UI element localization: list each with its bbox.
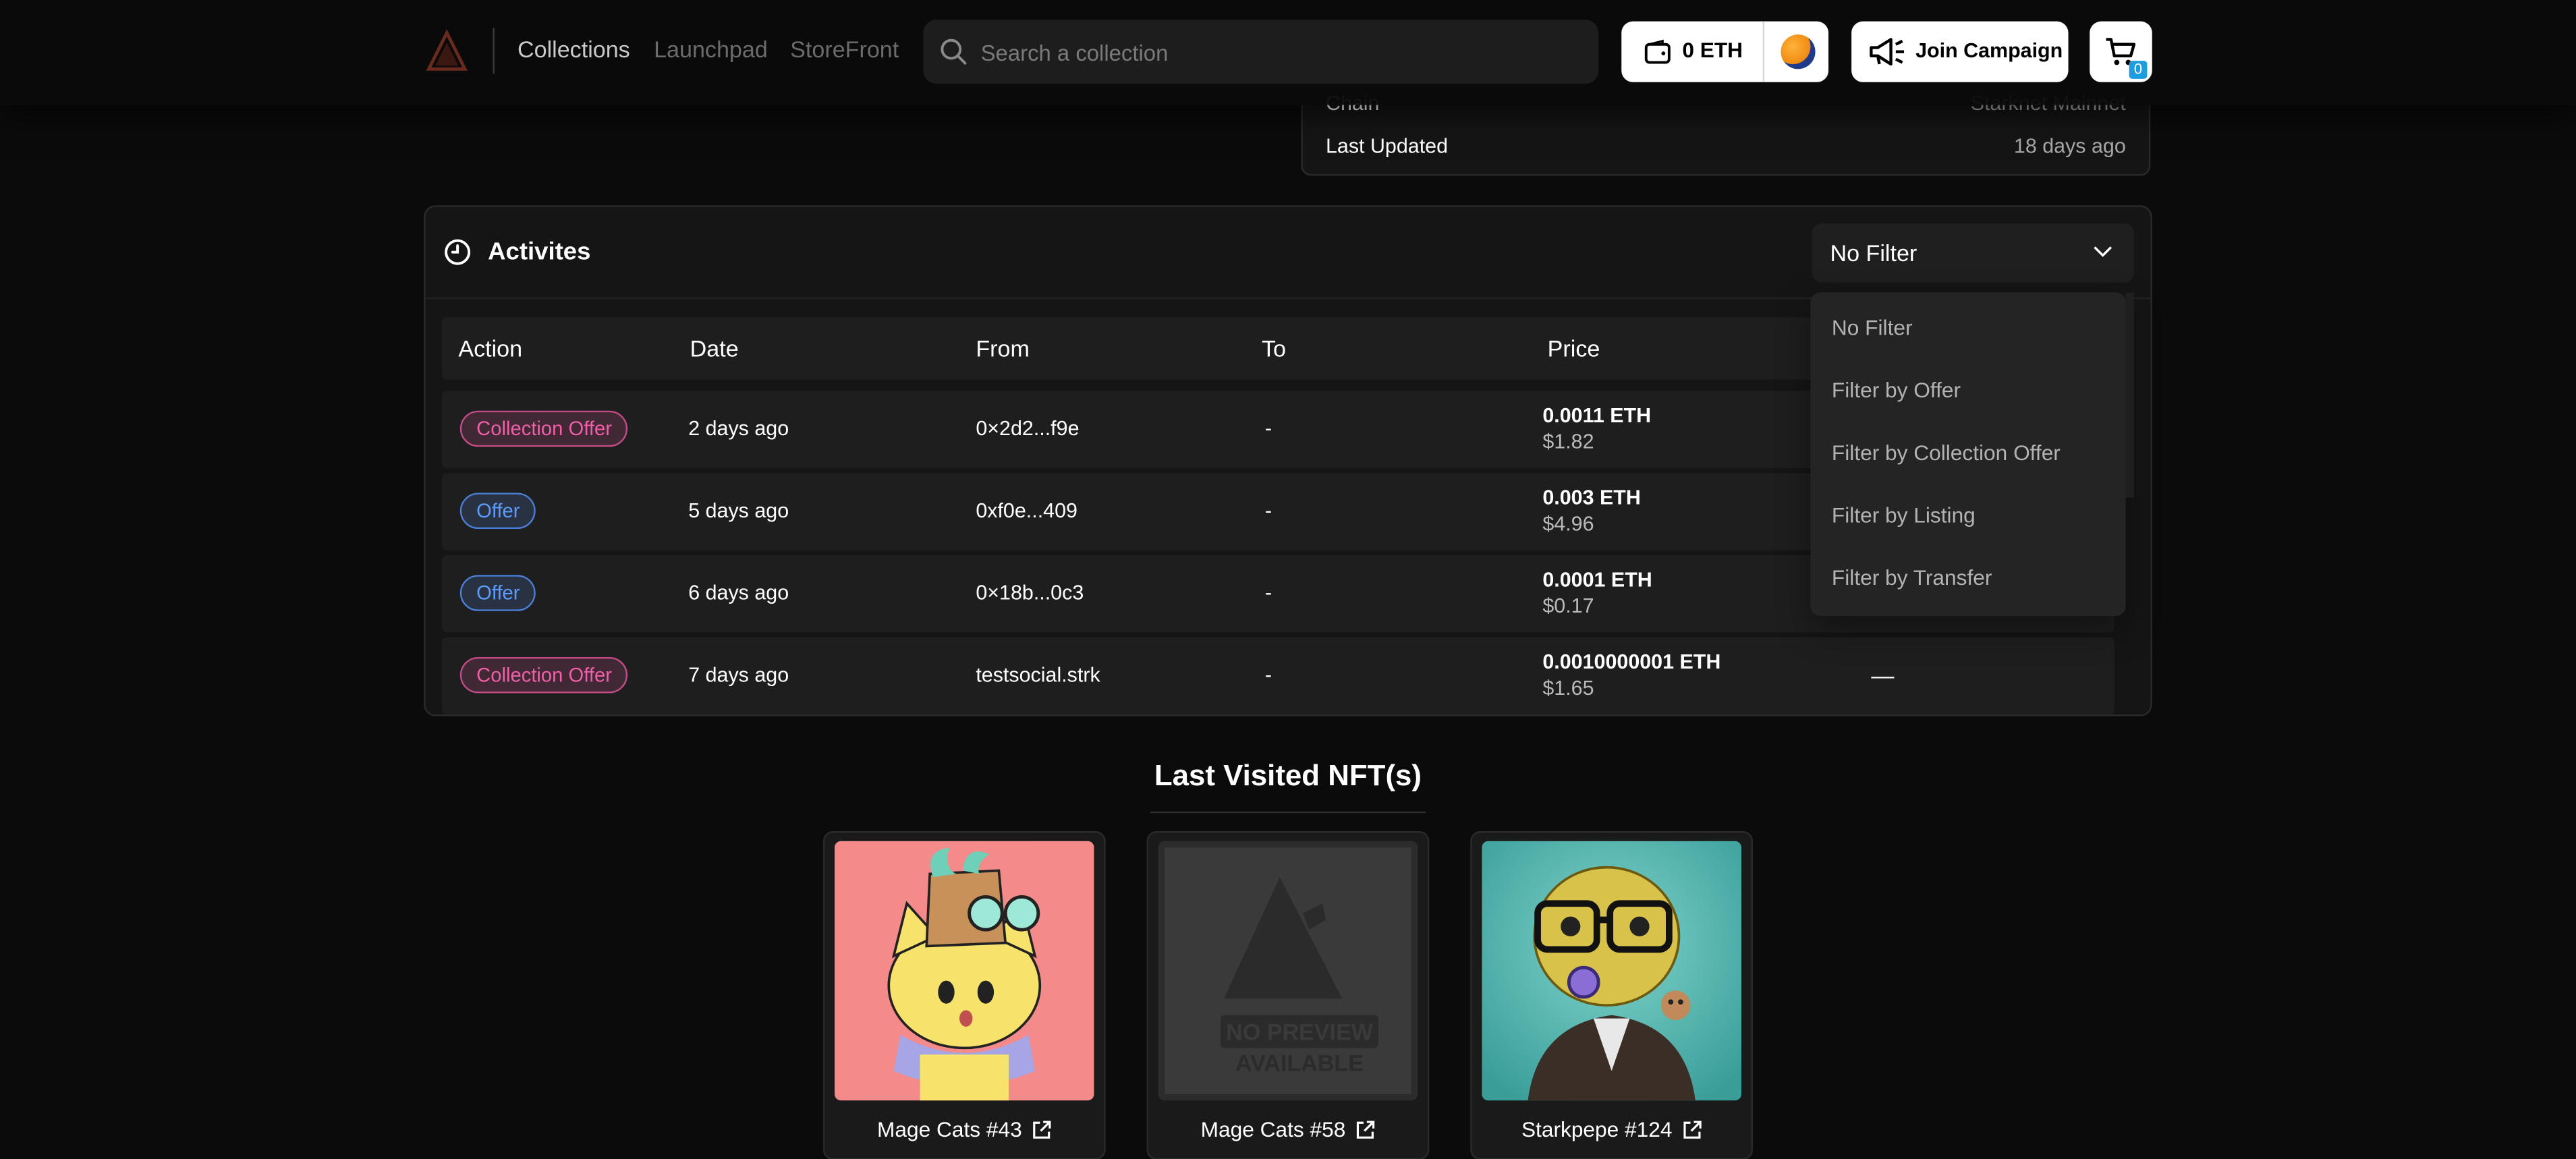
activity-filter-select[interactable]: No Filter xyxy=(1812,223,2134,283)
no-preview-placeholder: NO PREVIEW AVAILABLE xyxy=(1158,841,1418,1101)
filter-option-collection-offer[interactable]: Filter by Collection Offer xyxy=(1832,441,2061,465)
row-to-address: - xyxy=(1264,663,1272,687)
nav-launchpad[interactable]: Launchpad xyxy=(654,36,768,63)
table-row[interactable]: Collection Offer 7 days ago testsocial.s… xyxy=(441,637,2115,715)
cart-count-badge: 0 xyxy=(2129,61,2148,79)
nft-card-mage-cats-58[interactable]: NO PREVIEW AVAILABLE Mage Cats #58 xyxy=(1146,831,1430,1159)
action-badge-offer: Offer xyxy=(459,575,536,611)
details-key: Last Updated xyxy=(1325,134,1449,158)
no-preview-line-2: AVAILABLE xyxy=(1235,1051,1364,1077)
column-header-to: To xyxy=(1262,335,1287,362)
dropdown-scrollbar[interactable] xyxy=(2125,292,2134,498)
search-icon xyxy=(941,38,967,65)
column-header-date: Date xyxy=(690,335,739,362)
row-from-address[interactable]: testsocial.strk xyxy=(976,664,1100,687)
nft-card-mage-cats-43[interactable]: Mage Cats #43 xyxy=(822,831,1106,1159)
wallet-icon xyxy=(1644,39,1671,64)
row-price-eth: 0.003 ETH xyxy=(1542,486,1641,509)
join-campaign-button[interactable]: Join Campaign xyxy=(1851,21,2069,82)
row-price-usd: $1.82 xyxy=(1542,430,1594,454)
search-bar[interactable] xyxy=(923,20,1599,84)
row-price-usd: $0.17 xyxy=(1542,594,1594,618)
row-price-eth: 0.0011 ETH xyxy=(1542,403,1652,428)
row-price-eth: 0.0001 ETH xyxy=(1542,568,1652,592)
activities-title: Activites xyxy=(488,238,591,266)
nft-name-text: Starkpepe #124 xyxy=(1521,1116,1673,1142)
filter-option-transfer[interactable]: Filter by Transfer xyxy=(1832,565,1992,590)
last-visited-underline xyxy=(1150,811,1426,814)
nft-image-pepe xyxy=(1482,841,1741,1101)
details-value: 18 days ago xyxy=(2013,134,2126,158)
row-from-address[interactable]: 0xf0e...409 xyxy=(976,499,1077,522)
last-visited-title: Last Visited NFT(s) xyxy=(1154,758,1422,792)
clock-icon xyxy=(445,239,471,265)
chevron-down-icon xyxy=(2094,246,2112,258)
filter-selected-value: No Filter xyxy=(1830,239,1917,266)
top-navigation-bar: Collections Launchpad StoreFront 0 ETH xyxy=(0,0,2576,105)
wallet-balance: 0 ETH xyxy=(1682,38,1743,63)
nft-name-text: Mage Cats #43 xyxy=(877,1116,1022,1142)
nft-name-label[interactable]: Mage Cats #43 xyxy=(824,1116,1104,1142)
external-link-icon[interactable] xyxy=(1682,1121,1702,1140)
cart-button[interactable]: 0 xyxy=(2090,21,2152,82)
join-campaign-label: Join Campaign xyxy=(1915,39,2063,63)
column-header-action: Action xyxy=(458,335,523,362)
nft-name-text: Mage Cats #58 xyxy=(1200,1116,1346,1142)
nft-image-mage-cat xyxy=(834,841,1094,1101)
wallet-button[interactable]: 0 ETH xyxy=(1621,21,1829,82)
filter-option-offer[interactable]: Filter by Offer xyxy=(1832,378,1961,403)
search-input[interactable] xyxy=(977,32,1576,73)
external-link-icon[interactable] xyxy=(1032,1121,1051,1140)
user-avatar[interactable] xyxy=(1781,34,1816,69)
nav-storefront[interactable]: StoreFront xyxy=(790,36,899,63)
row-date: 5 days ago xyxy=(688,499,789,523)
row-to-address: - xyxy=(1264,499,1272,523)
action-badge-collection-offer: Collection Offer xyxy=(459,656,629,694)
nft-card-starkpepe-124[interactable]: Starkpepe #124 xyxy=(1470,831,1754,1159)
row-date: 2 days ago xyxy=(688,417,789,441)
action-badge-offer: Offer xyxy=(459,492,536,530)
row-date: 6 days ago xyxy=(688,581,789,605)
column-header-price: Price xyxy=(1547,335,1600,362)
filter-option-listing[interactable]: Filter by Listing xyxy=(1832,503,1976,528)
no-preview-line-1: NO PREVIEW xyxy=(1226,1019,1374,1045)
row-date: 7 days ago xyxy=(688,663,789,687)
row-to-address: - xyxy=(1264,581,1272,605)
nft-name-label[interactable]: Mage Cats #58 xyxy=(1148,1116,1428,1142)
column-header-from: From xyxy=(976,335,1030,362)
brand-logo[interactable] xyxy=(426,29,468,72)
nav-collections[interactable]: Collections xyxy=(517,36,630,63)
filter-dropdown-menu: No Filter Filter by Offer Filter by Coll… xyxy=(1810,292,2126,617)
row-from-address[interactable]: 0×18b...0c3 xyxy=(976,582,1084,604)
megaphone-icon xyxy=(1870,38,1905,66)
row-price-usd: $1.65 xyxy=(1542,677,1594,700)
action-badge-collection-offer: Collection Offer xyxy=(459,410,629,447)
row-to-address: - xyxy=(1264,417,1272,441)
nft-name-label[interactable]: Starkpepe #124 xyxy=(1472,1116,1752,1142)
external-link-icon[interactable] xyxy=(1355,1121,1375,1140)
nav-divider xyxy=(493,28,495,74)
filter-option-no-filter[interactable]: No Filter xyxy=(1832,316,1913,341)
wallet-divider xyxy=(1762,21,1765,82)
row-price-usd: $4.96 xyxy=(1542,512,1594,536)
row-from-address[interactable]: 0×2d2...f9e xyxy=(976,417,1079,440)
row-extra-value: — xyxy=(1871,662,1895,689)
row-price-eth: 0.0010000001 ETH xyxy=(1542,650,1721,674)
